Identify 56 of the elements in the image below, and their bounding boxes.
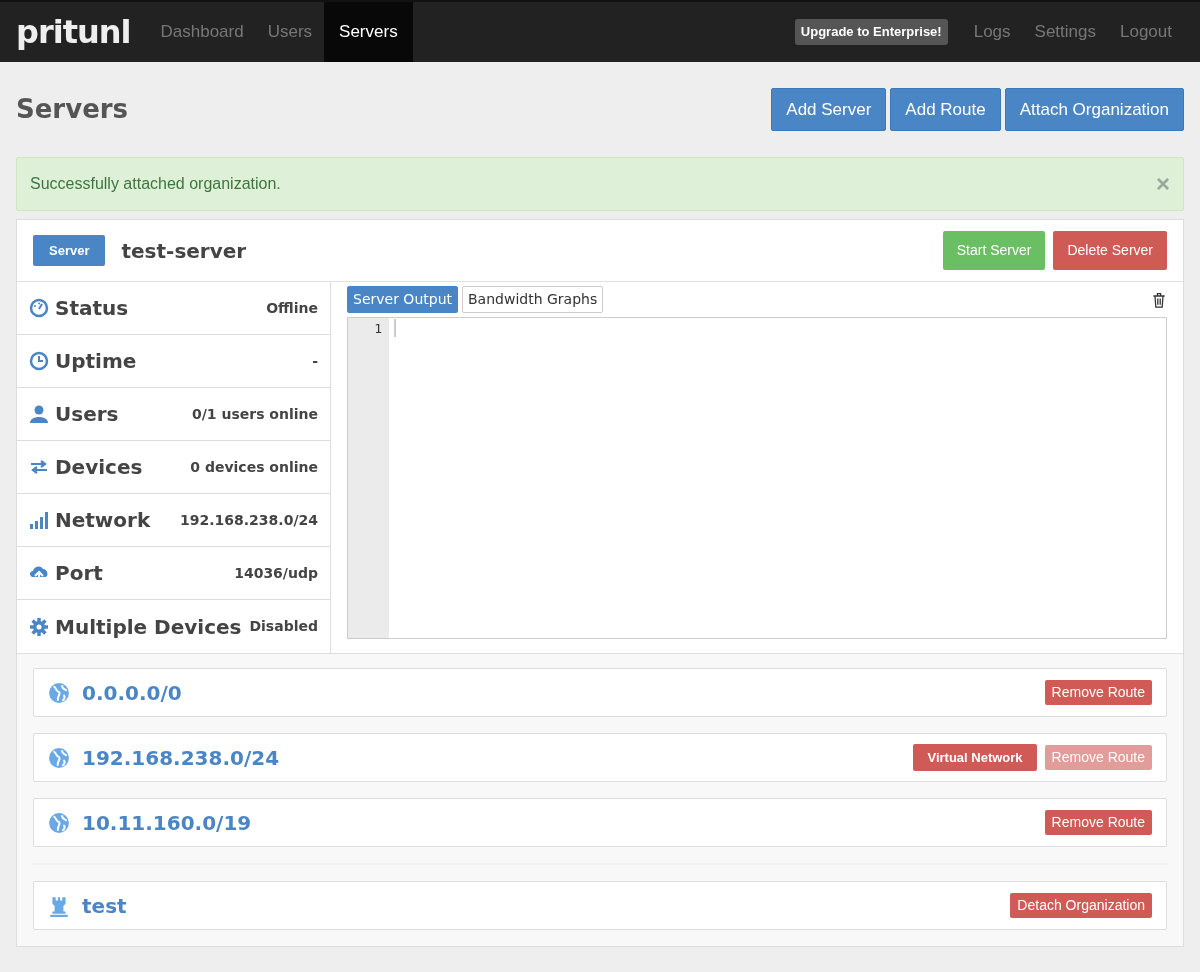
stat-value: -: [312, 351, 318, 371]
stat-value: 0 devices online: [190, 457, 318, 477]
exchange-arrows-icon: [29, 457, 49, 477]
virtual-network-tag: Virtual Network: [913, 743, 1037, 772]
header-button[interactable]: Add Server: [771, 87, 887, 132]
server-label: Server: [33, 234, 106, 267]
brand-logo: pritunl: [16, 12, 131, 53]
nav-link[interactable]: Logout: [1108, 2, 1184, 62]
route-network: 192.168.238.0/24: [82, 744, 280, 772]
alert-message: Successfully attached organization.: [30, 174, 281, 194]
stat-label: Devices: [55, 454, 143, 481]
status-gauge-icon: [29, 298, 49, 318]
clock-icon: [29, 351, 49, 371]
trash-icon[interactable]: [1151, 291, 1167, 308]
text-cursor: [394, 319, 396, 337]
start-button[interactable]: Start Server: [942, 231, 1046, 270]
stat-label: Users: [55, 401, 119, 428]
stat-value: 0/1 users online: [191, 404, 318, 424]
server-name: test-server: [121, 237, 247, 265]
remove-route-button[interactable]: Remove Route: [1044, 810, 1152, 835]
nav-link[interactable]: Logs: [961, 2, 1023, 62]
nav-link[interactable]: Settings: [1022, 2, 1108, 62]
stat-value: 192.168.238.0/24: [180, 510, 318, 530]
close-button[interactable]: ×: [1156, 172, 1170, 196]
organization-name: test: [82, 892, 127, 920]
detach-button[interactable]: Detach Organization: [1010, 893, 1152, 918]
nav-link[interactable]: Servers: [324, 2, 413, 62]
nav-link[interactable]: Users: [255, 2, 325, 62]
user-icon: [29, 404, 49, 424]
globe-icon: [48, 681, 70, 704]
gear-icon: [29, 616, 49, 637]
output-tab[interactable]: Server Output: [347, 286, 458, 313]
page-title: Servers: [16, 93, 129, 126]
stat-label: Uptime: [55, 348, 137, 375]
stat-label: Port: [55, 560, 103, 587]
nav-link[interactable]: Dashboard: [148, 2, 256, 62]
stat-label: Network: [55, 507, 151, 534]
output-tab[interactable]: Bandwidth Graphs: [462, 286, 604, 313]
delete-button[interactable]: Delete Server: [1053, 231, 1167, 270]
header-button[interactable]: Add Route: [890, 87, 1001, 132]
globe-icon: [48, 746, 70, 769]
signal-bars-icon: [29, 510, 49, 530]
tower-icon: [48, 894, 70, 917]
code-editor[interactable]: 1: [347, 317, 1167, 639]
line-number: 1: [373, 320, 382, 338]
stat-value: Offline: [266, 298, 318, 318]
remove-route-button[interactable]: Remove Route: [1044, 680, 1152, 705]
route-network: 10.11.160.0/19: [82, 809, 252, 837]
header-button[interactable]: Attach Organization: [1004, 87, 1184, 132]
route-network: 0.0.0.0/0: [82, 679, 182, 707]
stat-value: 14036/udp: [234, 563, 318, 583]
stat-label: Multiple Devices: [55, 613, 242, 641]
upgrade-button[interactable]: Upgrade to Enterprise!: [794, 19, 948, 45]
stat-value: Disabled: [249, 617, 318, 636]
globe-icon: [48, 811, 70, 834]
stat-label: Status: [55, 295, 129, 322]
